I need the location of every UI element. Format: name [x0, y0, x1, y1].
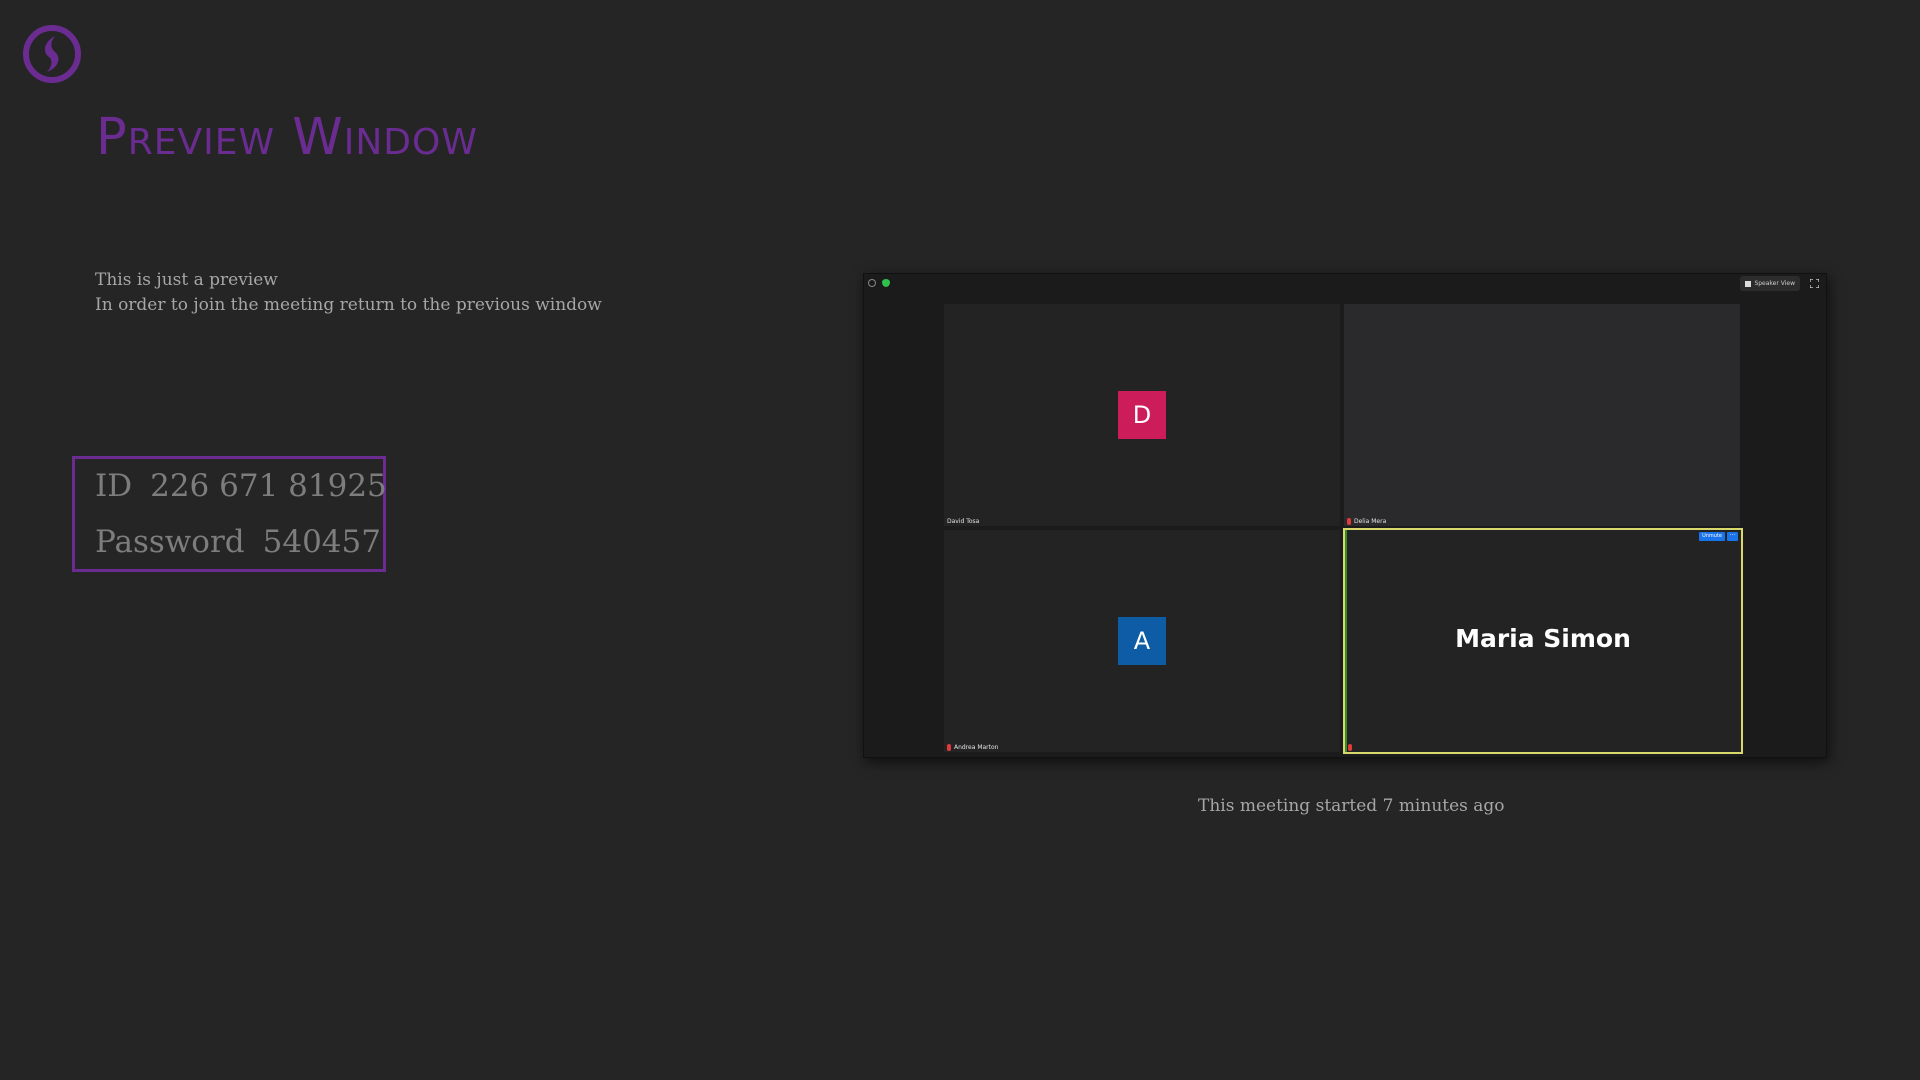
meeting-password-row: Password 540457: [95, 524, 381, 560]
participant-name: Delia Mera: [1354, 518, 1387, 525]
speaker-view-button[interactable]: Speaker View: [1740, 276, 1800, 291]
participant-tile-david-tosa[interactable]: D David Tosa: [944, 304, 1340, 526]
speaker-view-label: Speaker View: [1754, 280, 1795, 287]
meeting-password-value: 540457: [262, 524, 381, 560]
meeting-password-label: Password: [95, 524, 245, 560]
meeting-id-label: ID: [95, 468, 133, 504]
meeting-top-bar: Speaker View: [864, 274, 1826, 294]
meeting-info-icon[interactable]: [868, 279, 876, 287]
info-line-return: In order to join the meeting return to t…: [95, 295, 602, 315]
info-line-preview: This is just a preview: [95, 270, 278, 290]
meeting-id-value: 226 671 81925: [150, 468, 387, 504]
participant-tile-maria-simon[interactable]: Unmute ··· Maria Simon: [1343, 528, 1743, 754]
meeting-credentials-box: ID 226 671 81925 Password 540457: [72, 456, 387, 572]
fullscreen-icon[interactable]: [1810, 279, 1819, 288]
meeting-id-row: ID 226 671 81925: [95, 468, 387, 504]
more-options-button[interactable]: ···: [1727, 532, 1738, 541]
participant-name-row: [1348, 743, 1355, 752]
muted-mic-icon: [1348, 744, 1352, 751]
preview-info: This is just a preview In order to join …: [95, 268, 602, 318]
participant-avatar: D: [1118, 391, 1166, 439]
page-title: Preview Window: [96, 108, 478, 167]
encryption-shield-icon[interactable]: [882, 279, 890, 287]
muted-mic-icon: [1347, 518, 1351, 525]
participant-grid: D David Tosa Delia Mera A Andrea Marton …: [944, 304, 1744, 754]
participant-name-row: Delia Mera: [1347, 517, 1386, 526]
participant-name-row: Andrea Marton: [947, 743, 998, 752]
meeting-status-text: This meeting started 7 minutes ago: [1198, 796, 1505, 816]
participant-tile-andrea-marton[interactable]: A Andrea Marton: [944, 530, 1340, 752]
unmute-button[interactable]: Unmute: [1699, 532, 1725, 541]
participant-name: Andrea Marton: [954, 744, 999, 751]
grid-icon: [1745, 280, 1752, 287]
app-logo-icon: [23, 25, 81, 83]
participant-name: David Tosa: [947, 518, 980, 525]
active-speaker-name: Maria Simon: [1455, 624, 1631, 653]
participant-tile-delia-mera[interactable]: Delia Mera: [1344, 304, 1740, 526]
meeting-preview-window: Speaker View D David Tosa Delia Mera A A…: [863, 273, 1827, 758]
participant-avatar: A: [1118, 617, 1166, 665]
muted-mic-icon: [947, 744, 951, 751]
